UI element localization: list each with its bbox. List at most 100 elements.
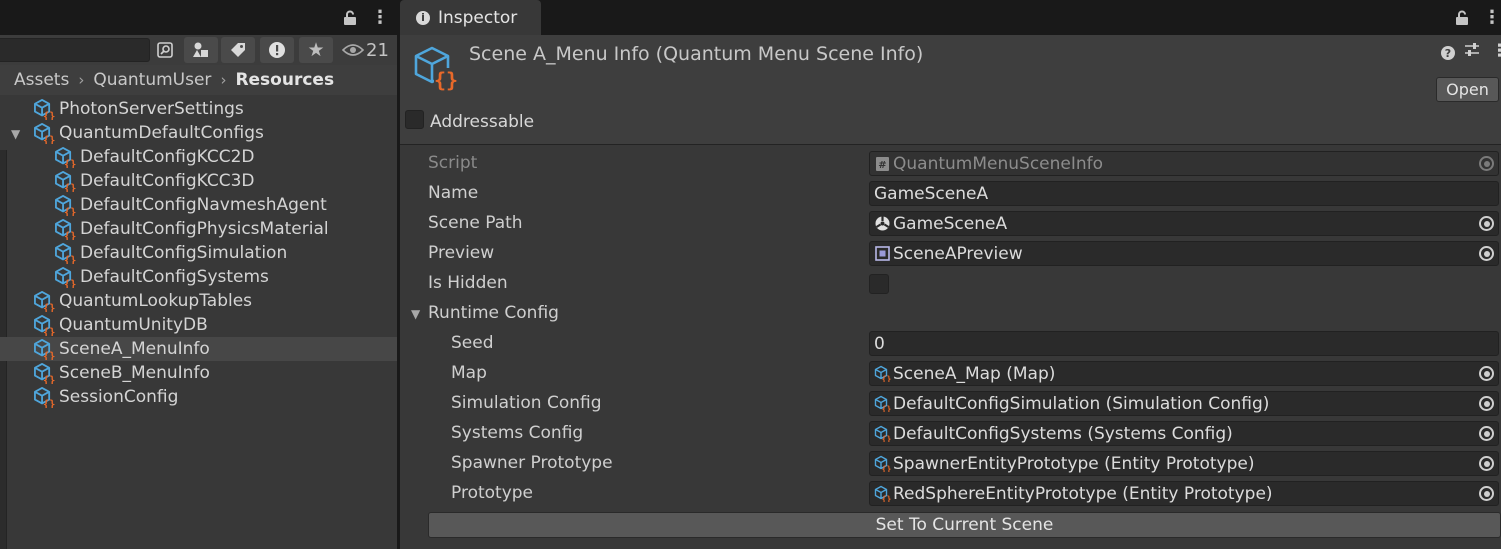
- svg-text:{}: {}: [434, 68, 458, 92]
- help-icon[interactable]: ?: [1441, 46, 1455, 60]
- addressable-label: Addressable: [430, 112, 535, 132]
- svg-text:{}: {}: [882, 375, 891, 383]
- property-row-seed: Seed 0: [400, 329, 1501, 359]
- search-input[interactable]: [0, 38, 150, 62]
- svg-text:{}: {}: [64, 278, 76, 288]
- filter-by-label-button[interactable]: [221, 37, 255, 63]
- property-row-spawner-prototype: Spawner Prototype {} SpawnerEntityProtot…: [400, 449, 1501, 479]
- presets-icon[interactable]: [1464, 42, 1480, 62]
- property-label: Is Hidden: [428, 273, 508, 293]
- breadcrumb-item-assets[interactable]: Assets: [14, 70, 69, 90]
- name-field[interactable]: GameSceneA: [869, 181, 1499, 206]
- svg-text:{}: {}: [43, 110, 55, 120]
- object-picker-icon[interactable]: [1479, 456, 1494, 471]
- tree-item-label: QuantumLookupTables: [59, 291, 253, 311]
- property-row-runtime-config[interactable]: ▼ Runtime Config: [400, 299, 1501, 329]
- property-label: Preview: [428, 243, 495, 263]
- tree-item-label: DefaultConfigKCC2D: [80, 147, 255, 167]
- breadcrumb-item-quantumuser[interactable]: QuantumUser: [93, 70, 211, 90]
- sprite-icon: [875, 246, 890, 261]
- svg-text:{}: {}: [43, 374, 55, 384]
- quantum-asset-icon: {}: [55, 171, 76, 192]
- is-hidden-checkbox[interactable]: [869, 274, 889, 294]
- info-icon: i: [416, 10, 430, 25]
- tab-inspector[interactable]: i Inspector: [400, 0, 541, 35]
- property-label: Spawner Prototype: [451, 453, 613, 473]
- tree-item-label: DefaultConfigSystems: [80, 267, 269, 287]
- tree-item[interactable]: {} DefaultConfigNavmeshAgent: [0, 193, 397, 217]
- tree-item[interactable]: {} PhotonServerSettings: [0, 97, 397, 121]
- svg-text:{}: {}: [43, 302, 55, 312]
- map-field[interactable]: {} SceneA_Map (Map): [869, 361, 1499, 386]
- search-by-type-button[interactable]: [151, 37, 179, 63]
- preview-field[interactable]: SceneAPreview: [869, 241, 1499, 266]
- property-row-is-hidden: Is Hidden: [400, 269, 1501, 299]
- object-picker-icon[interactable]: [1479, 366, 1494, 381]
- tree-item[interactable]: {} SessionConfig: [0, 385, 397, 409]
- foldout-expanded-icon[interactable]: ▼: [11, 127, 20, 141]
- object-picker-icon[interactable]: [1479, 426, 1494, 441]
- tree-item[interactable]: {} QuantumLookupTables: [0, 289, 397, 313]
- unity-scene-icon: [875, 216, 890, 231]
- filter-by-log-button[interactable]: [260, 37, 294, 63]
- more-menu-icon[interactable]: ⋮: [1483, 0, 1501, 35]
- more-menu-icon[interactable]: ⋮: [1491, 41, 1501, 61]
- more-menu-icon[interactable]: ⋮: [371, 0, 389, 35]
- addressable-checkbox[interactable]: [405, 110, 424, 129]
- quantum-asset-icon: {}: [55, 195, 76, 216]
- quantum-asset-icon: {}: [874, 395, 891, 412]
- tree-item[interactable]: {} QuantumUnityDB: [0, 313, 397, 337]
- simulation-config-field[interactable]: {} DefaultConfigSimulation (Simulation C…: [869, 391, 1499, 416]
- project-tab-bar: ⋮: [0, 0, 397, 35]
- object-picker-icon[interactable]: [1479, 396, 1494, 411]
- property-label: Map: [451, 363, 487, 383]
- lock-icon[interactable]: [343, 0, 357, 35]
- tree-item[interactable]: {} DefaultConfigKCC3D: [0, 169, 397, 193]
- tree-item[interactable]: {} SceneB_MenuInfo: [0, 361, 397, 385]
- tree-item[interactable]: {} DefaultConfigSystems: [0, 265, 397, 289]
- systems-config-field[interactable]: {} DefaultConfigSystems (Systems Config): [869, 421, 1499, 446]
- visibility-toggle[interactable]: 21: [342, 37, 389, 63]
- breadcrumb-item-resources[interactable]: Resources: [235, 70, 334, 90]
- quantum-asset-icon: {}: [874, 485, 891, 502]
- tree-item[interactable]: {} DefaultConfigSimulation: [0, 241, 397, 265]
- tree-item[interactable]: {} DefaultConfigKCC2D: [0, 145, 397, 169]
- inspector-tab-bar: i Inspector ⋮: [400, 0, 1501, 35]
- lock-icon[interactable]: [1455, 0, 1469, 35]
- property-label: Runtime Config: [428, 303, 559, 323]
- filter-by-type-button[interactable]: [184, 37, 218, 63]
- tag-icon: [231, 43, 245, 57]
- object-picker-icon[interactable]: [1479, 216, 1494, 231]
- svg-text:{}: {}: [882, 435, 891, 443]
- quantum-asset-icon: {}: [55, 147, 76, 168]
- object-picker-icon[interactable]: [1479, 246, 1494, 261]
- svg-text:{}: {}: [882, 405, 891, 413]
- quantum-asset-icon: {}: [55, 219, 76, 240]
- property-label: Name: [428, 183, 479, 203]
- quantum-asset-icon: {}: [34, 291, 55, 312]
- quantum-asset-icon: {}: [414, 46, 458, 92]
- script-icon: #: [876, 157, 889, 171]
- script-field: # QuantumMenuSceneInfo: [869, 151, 1499, 176]
- quantum-asset-icon: {}: [874, 365, 891, 382]
- tree-item[interactable]: ▼ {} QuantumDefaultConfigs: [0, 121, 397, 145]
- breadcrumb-separator-icon: ›: [78, 71, 85, 89]
- set-to-current-scene-button[interactable]: Set To Current Scene: [428, 512, 1501, 538]
- spawner-prototype-field[interactable]: {} SpawnerEntityPrototype (Entity Protot…: [869, 451, 1499, 476]
- object-picker-icon[interactable]: [1479, 486, 1494, 501]
- favorites-button[interactable]: ★: [299, 37, 333, 63]
- property-label: Seed: [451, 333, 494, 353]
- tree-item[interactable]: {} DefaultConfigPhysicsMaterial: [0, 217, 397, 241]
- asset-title: Scene A_Menu Info (Quantum Menu Scene In…: [469, 43, 924, 65]
- svg-text:{}: {}: [882, 465, 891, 473]
- inspector-header: {} Scene A_Menu Info (Quantum Menu Scene…: [400, 35, 1501, 145]
- tree-item[interactable]: {} SceneA_MenuInfo: [0, 337, 397, 361]
- foldout-expanded-icon[interactable]: ▼: [411, 307, 420, 321]
- prototype-field[interactable]: {} RedSphereEntityPrototype (Entity Prot…: [869, 481, 1499, 506]
- open-button[interactable]: Open: [1436, 77, 1499, 102]
- seed-field[interactable]: 0: [869, 331, 1499, 356]
- scene-path-field[interactable]: GameSceneA: [869, 211, 1499, 236]
- svg-text:{}: {}: [64, 230, 76, 240]
- property-label: Simulation Config: [451, 393, 602, 413]
- tree-item-label: SessionConfig: [59, 387, 179, 407]
